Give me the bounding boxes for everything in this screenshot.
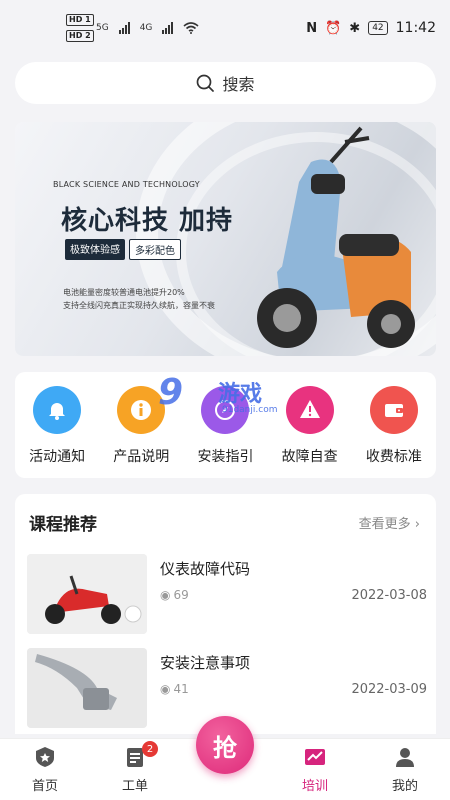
- course-views: ◉ 69: [160, 588, 189, 602]
- quick-menu: 活动通知 产品说明 安装指引 故障自查 收费标准: [15, 372, 436, 478]
- search-icon: [197, 74, 215, 92]
- warning-icon: [285, 386, 334, 434]
- chart-icon: [303, 745, 327, 769]
- menu-label: 活动通知: [29, 449, 86, 465]
- menu-item-fees[interactable]: 收费标准: [354, 386, 434, 466]
- view-more-link[interactable]: 查看更多 ›: [359, 513, 420, 532]
- view-count: 69: [173, 588, 189, 602]
- tab-label: 我的: [391, 779, 418, 794]
- search-label: 搜索: [222, 75, 255, 94]
- home-icon: [33, 745, 57, 769]
- tab-home[interactable]: 首页: [15, 745, 75, 794]
- signal-icon: [162, 22, 174, 34]
- chevron-right-icon: ›: [414, 517, 420, 532]
- tab-label: 培训: [301, 779, 328, 794]
- menu-label: 故障自查: [281, 449, 338, 465]
- bell-icon: [33, 386, 82, 434]
- banner-desc-line: 电池能量密度较普通电池提升20%: [63, 288, 185, 297]
- course-section: 课程推荐 查看更多 › 仪表故障代码 ◉ 69 2022-03-08 安装注意事…: [15, 494, 436, 734]
- alarm-icon: ⏰: [325, 20, 342, 36]
- notification-badge: 2: [142, 741, 158, 757]
- course-title: 仪表故障代码: [160, 560, 251, 578]
- banner-tag: 极致体验感: [65, 239, 125, 260]
- banner-description: 电池能量密度较普通电池提升20% 支持全线闪充真正实现持久续航，容量不衰: [63, 286, 215, 312]
- status-bar: HD 1 HD 2 5G 4G N ⏰ ✱ 42 11:42: [0, 0, 450, 56]
- wifi-icon: [183, 22, 199, 34]
- status-right: N ⏰ ✱ 42 11:42: [306, 20, 436, 36]
- wallet-icon: [369, 386, 418, 434]
- menu-label: 安装指引: [197, 449, 254, 465]
- tab-orders[interactable]: 2 工单: [105, 741, 165, 794]
- tab-mine[interactable]: 我的: [375, 745, 435, 794]
- tab-label: 工单: [121, 779, 148, 794]
- course-title: 安装注意事项: [160, 654, 251, 672]
- course-thumbnail: [27, 554, 147, 634]
- banner-title: 核心科技 加持: [61, 206, 234, 236]
- promo-banner[interactable]: BLACK SCIENCE AND TECHNOLOGY 核心科技 加持 极致体…: [15, 122, 436, 356]
- menu-label: 产品说明: [113, 449, 170, 465]
- network-type-2: 4G: [139, 23, 153, 33]
- course-thumbnail: [27, 648, 147, 728]
- menu-item-activity[interactable]: 活动通知: [17, 386, 97, 466]
- battery-icon: 42: [368, 21, 388, 35]
- hd-badge-2: HD 2: [66, 30, 94, 42]
- tab-label: 首页: [31, 779, 58, 794]
- menu-label: 收费标准: [365, 449, 422, 465]
- course-views: ◉ 41: [160, 682, 189, 696]
- scooter-image: [257, 126, 415, 348]
- eye-icon: ◉: [160, 682, 171, 696]
- tab-training[interactable]: 培训: [285, 745, 345, 794]
- banner-tag: 多彩配色: [129, 239, 181, 260]
- course-item[interactable]: 仪表故障代码 ◉ 69 2022-03-08: [27, 554, 427, 634]
- hd-badge-1: HD 1: [66, 14, 94, 26]
- compass-icon: [201, 386, 250, 434]
- info-icon: [117, 386, 166, 434]
- menu-item-install[interactable]: 安装指引: [185, 386, 265, 466]
- view-more-label: 查看更多: [358, 517, 411, 532]
- signal-icon: [118, 22, 130, 34]
- view-count: 41: [173, 682, 189, 696]
- banner-subtitle: BLACK SCIENCE AND TECHNOLOGY: [53, 180, 200, 189]
- sim-indicators: HD 1 HD 2: [66, 14, 94, 42]
- banner-tags: 极致体验感 多彩配色: [65, 239, 181, 260]
- user-icon: [393, 745, 417, 769]
- nfc-icon: N: [306, 20, 318, 36]
- course-date: 2022-03-09: [351, 682, 427, 697]
- signal-group: 5G 4G: [96, 22, 199, 34]
- course-date: 2022-03-08: [351, 588, 427, 603]
- clock: 11:42: [395, 20, 436, 36]
- section-title: 课程推荐: [29, 515, 97, 535]
- banner-desc-line: 支持全线闪充真正实现持久续航，容量不衰: [63, 301, 215, 310]
- network-type-1: 5G: [96, 23, 109, 33]
- search-bar[interactable]: 搜索: [15, 62, 436, 104]
- grab-order-button[interactable]: 抢: [196, 716, 254, 774]
- bluetooth-icon: ✱: [349, 20, 361, 36]
- eye-icon: ◉: [160, 588, 171, 602]
- menu-item-fault[interactable]: 故障自查: [270, 386, 350, 466]
- menu-item-product[interactable]: 产品说明: [101, 386, 181, 466]
